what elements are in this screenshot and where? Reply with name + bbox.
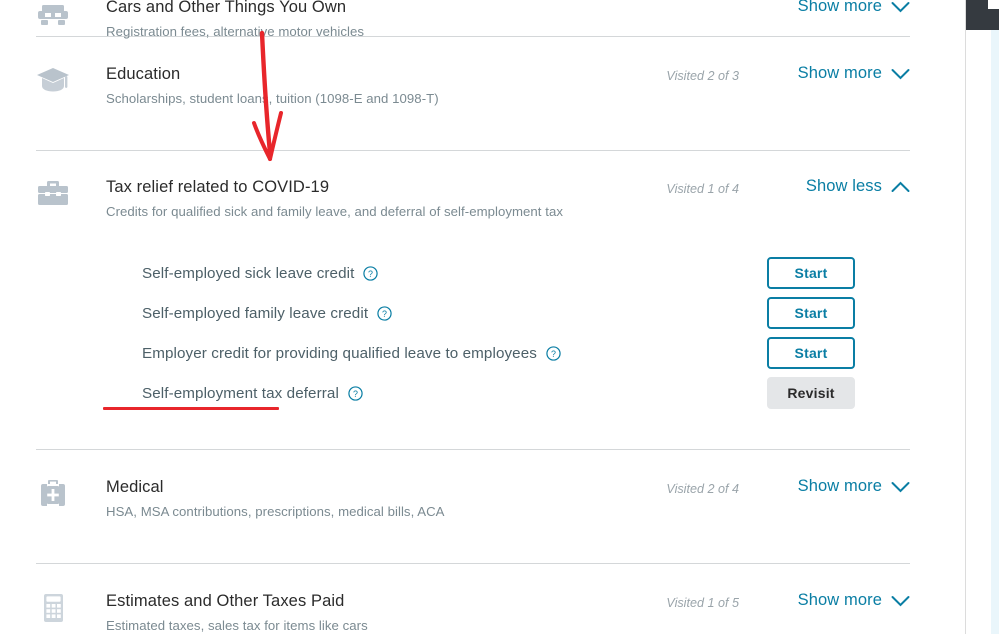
section-subtitle: Credits for qualified sick and family le… [106, 202, 910, 221]
chevron-down-icon [891, 68, 910, 80]
section-title: Tax relief related to COVID-19 [106, 177, 910, 198]
help-icon[interactable]: ? [363, 266, 378, 281]
section-subtitle: Scholarships, student loans, tuition (10… [106, 89, 910, 108]
section-estimates[interactable]: Estimates and Other Taxes Paid Estimated… [0, 564, 965, 634]
section-education-toggle[interactable]: Show more [798, 64, 910, 83]
subitem-label: Self-employed sick leave credit [142, 265, 354, 282]
svg-text:?: ? [551, 348, 556, 358]
start-button[interactable]: Start [767, 257, 855, 289]
section-covid-relief[interactable]: Tax relief related to COVID-19 Credits f… [0, 151, 965, 431]
calculator-icon [36, 589, 106, 623]
help-icon[interactable]: ? [377, 306, 392, 321]
section-medical[interactable]: Medical HSA, MSA contributions, prescrip… [0, 450, 965, 563]
toggle-label: Show more [798, 591, 882, 610]
section-visited-count: Visited 2 of 4 [666, 482, 739, 496]
section-title: Estimates and Other Taxes Paid [106, 591, 910, 612]
chevron-down-icon [891, 1, 910, 13]
section-visited-count: Visited 2 of 3 [666, 69, 739, 83]
start-button[interactable]: Start [767, 337, 855, 369]
section-education-text: Education Scholarships, student loans, t… [106, 62, 910, 108]
section-cars-toggle[interactable]: Show more [798, 0, 910, 16]
toggle-label: Show less [806, 177, 882, 196]
tax-deductions-page: Cars and Other Things You Own Registrati… [0, 0, 999, 634]
svg-text:?: ? [382, 308, 387, 318]
subitem-action: Start [767, 337, 855, 369]
svg-text:?: ? [368, 268, 373, 278]
right-scroll-rail[interactable] [965, 0, 999, 634]
section-medical-toggle[interactable]: Show more [798, 477, 910, 496]
section-title: Cars and Other Things You Own [106, 0, 910, 18]
toggle-label: Show more [798, 477, 882, 496]
list-item[interactable]: Self-employed family leave credit ? Star… [142, 293, 855, 333]
section-visited-count: Visited 1 of 4 [666, 182, 739, 196]
section-title: Education [106, 64, 910, 85]
section-education[interactable]: Education Scholarships, student loans, t… [0, 37, 965, 150]
covid-subsection-list: Self-employed sick leave credit ? Start … [36, 239, 910, 427]
scrollbar-track[interactable] [991, 0, 999, 634]
section-visited-count: Visited 1 of 5 [666, 596, 739, 610]
section-cars-text: Cars and Other Things You Own Registrati… [106, 0, 910, 41]
start-button[interactable]: Start [767, 297, 855, 329]
graduation-cap-icon [36, 62, 106, 96]
section-cars[interactable]: Cars and Other Things You Own Registrati… [0, 0, 965, 36]
list-item[interactable]: Self-employed sick leave credit ? Start [142, 253, 855, 293]
subitem-label: Employer credit for providing qualified … [142, 345, 537, 362]
toggle-label: Show more [798, 64, 882, 83]
subitem-label: Self-employment tax deferral [142, 385, 339, 402]
help-icon[interactable]: ? [546, 346, 561, 361]
revisit-button[interactable]: Revisit [767, 377, 855, 409]
section-subtitle: HSA, MSA contributions, prescriptions, m… [106, 502, 910, 521]
help-icon[interactable]: ? [348, 386, 363, 401]
sections-scroll-column: Cars and Other Things You Own Registrati… [0, 0, 965, 634]
toggle-label: Show more [798, 0, 882, 16]
section-estimates-toggle[interactable]: Show more [798, 591, 910, 610]
briefcase-icon [36, 175, 106, 209]
chevron-down-icon [891, 481, 910, 493]
subitem-label: Self-employed family leave credit [142, 305, 368, 322]
list-item[interactable]: Employer credit for providing qualified … [142, 333, 855, 373]
section-covid-text: Tax relief related to COVID-19 Credits f… [106, 175, 910, 221]
section-covid-toggle[interactable]: Show less [806, 177, 910, 196]
section-title: Medical [106, 477, 910, 498]
section-medical-text: Medical HSA, MSA contributions, prescrip… [106, 475, 910, 521]
car-icon [36, 0, 106, 32]
subitem-action: Start [767, 257, 855, 289]
chevron-down-icon [891, 595, 910, 607]
svg-text:?: ? [353, 388, 358, 398]
section-estimates-text: Estimates and Other Taxes Paid Estimated… [106, 589, 910, 634]
subitem-action: Start [767, 297, 855, 329]
section-subtitle: Estimated taxes, sales tax for items lik… [106, 616, 910, 634]
red-underline-annotation [103, 407, 279, 410]
top-right-overlay-notch [988, 0, 999, 9]
subitem-action: Revisit [767, 377, 855, 409]
chevron-up-icon [891, 181, 910, 193]
first-aid-kit-icon [36, 475, 106, 509]
